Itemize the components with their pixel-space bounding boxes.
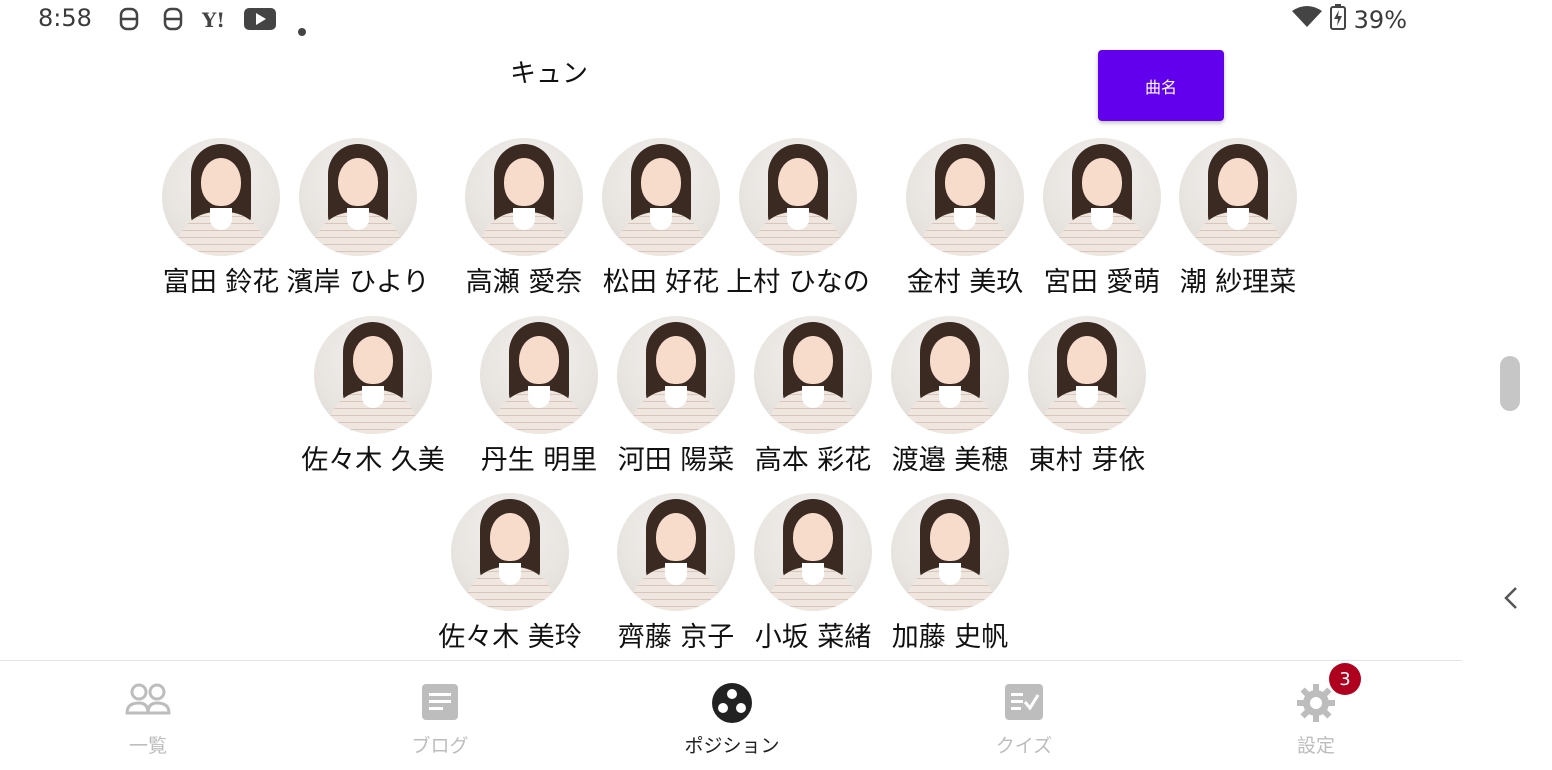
- member-card[interactable]: 金村 美玖: [885, 138, 1045, 299]
- member-name: 濱岸 ひより: [286, 267, 430, 298]
- member-photo: [1028, 316, 1146, 434]
- member-name: 富田 鈴花: [162, 267, 280, 298]
- people-icon: [125, 683, 171, 723]
- notification-app-icon: [162, 7, 184, 37]
- member-card[interactable]: 小坂 菜緒: [733, 493, 893, 654]
- member-card[interactable]: 高瀬 愛奈: [444, 138, 604, 299]
- status-bar: 8:58 Y! 39%: [0, 0, 1552, 38]
- member-photo: [617, 493, 735, 611]
- nav-item-list[interactable]: 一覧: [58, 661, 238, 770]
- member-photo: [465, 138, 583, 256]
- member-photo: [162, 138, 280, 256]
- member-card[interactable]: 濱岸 ひより: [278, 138, 438, 299]
- nav-label: 一覧: [128, 735, 167, 757]
- member-name: 加藤 史帆: [891, 622, 1009, 653]
- scrollbar-thumb[interactable]: [1500, 356, 1520, 411]
- nav-label: ブログ: [411, 735, 469, 757]
- member-card[interactable]: 丹生 明里: [459, 316, 619, 477]
- member-photo: [754, 316, 872, 434]
- member-photo: [314, 316, 432, 434]
- status-time: 8:58: [38, 4, 92, 32]
- member-card[interactable]: 渡邉 美穂: [870, 316, 1030, 477]
- member-card[interactable]: 松田 好花: [581, 138, 741, 299]
- member-photo: [1179, 138, 1297, 256]
- member-photo: [1043, 138, 1161, 256]
- member-name: 高本 彩花: [754, 445, 872, 476]
- member-photo: [891, 493, 1009, 611]
- member-name: 潮 紗理菜: [1179, 267, 1297, 298]
- member-name: 高瀬 愛奈: [465, 267, 583, 298]
- member-photo: [602, 138, 720, 256]
- notification-app-icon: [118, 7, 140, 37]
- youtube-icon: [244, 8, 276, 36]
- member-photo: [906, 138, 1024, 256]
- nav-item-blog[interactable]: ブログ: [350, 661, 530, 770]
- member-name: 松田 好花: [602, 267, 720, 298]
- member-name: 丹生 明里: [480, 445, 598, 476]
- member-card[interactable]: 佐々木 美玲: [430, 493, 590, 654]
- member-name: 齊藤 京子: [617, 622, 735, 653]
- position-icon: [712, 683, 752, 723]
- member-name: 河田 陽菜: [617, 445, 735, 476]
- member-name: 東村 芽依: [1028, 445, 1146, 476]
- nav-item-quiz[interactable]: クイズ: [934, 661, 1114, 770]
- member-name: 小坂 菜緒: [754, 622, 872, 653]
- bottom-navigation: 一覧 ブログ ポジション クイズ 設定: [0, 661, 1462, 770]
- nav-item-position[interactable]: ポジション: [642, 661, 822, 770]
- member-card[interactable]: 上村 ひなの: [718, 138, 878, 299]
- wifi-icon: [1291, 6, 1322, 34]
- nav-label: 設定: [1296, 735, 1335, 757]
- member-card[interactable]: 東村 芽依: [1007, 316, 1167, 477]
- yahoo-icon: Y!: [202, 8, 226, 32]
- status-right: 39%: [1291, 4, 1407, 36]
- nav-label: クイズ: [995, 735, 1053, 757]
- member-name: 渡邉 美穂: [891, 445, 1009, 476]
- battery-percent: 39%: [1353, 6, 1407, 34]
- member-photo: [617, 316, 735, 434]
- member-photo: [299, 138, 417, 256]
- song-name-button[interactable]: 曲名: [1098, 50, 1224, 121]
- nav-label: ポジション: [684, 735, 780, 757]
- quiz-icon: [1004, 683, 1044, 723]
- member-card[interactable]: 加藤 史帆: [870, 493, 1030, 654]
- member-name: 佐々木 美玲: [438, 622, 582, 653]
- member-name: 金村 美玖: [906, 267, 1024, 298]
- member-card[interactable]: 齊藤 京子: [596, 493, 756, 654]
- chevron-left-icon[interactable]: [1502, 584, 1520, 619]
- gear-icon: [1296, 683, 1336, 723]
- member-name: 佐々木 久美: [301, 445, 445, 476]
- member-card[interactable]: 高本 彩花: [733, 316, 893, 477]
- more-notifications-dot-icon: [298, 14, 306, 42]
- member-photo: [739, 138, 857, 256]
- member-photo: [891, 316, 1009, 434]
- article-icon: [420, 683, 460, 723]
- member-name: 上村 ひなの: [726, 267, 870, 298]
- member-photo: [480, 316, 598, 434]
- member-photo: [754, 493, 872, 611]
- settings-notification-badge: 3: [1329, 663, 1361, 695]
- member-card[interactable]: 富田 鈴花: [141, 138, 301, 299]
- member-card[interactable]: 河田 陽菜: [596, 316, 756, 477]
- member-card[interactable]: 潮 紗理菜: [1158, 138, 1318, 299]
- member-photo: [451, 493, 569, 611]
- battery-charging-icon: [1329, 4, 1346, 36]
- nav-item-settings[interactable]: 設定: [1226, 661, 1406, 770]
- song-title: キュン: [510, 59, 589, 89]
- member-card[interactable]: 佐々木 久美: [293, 316, 453, 477]
